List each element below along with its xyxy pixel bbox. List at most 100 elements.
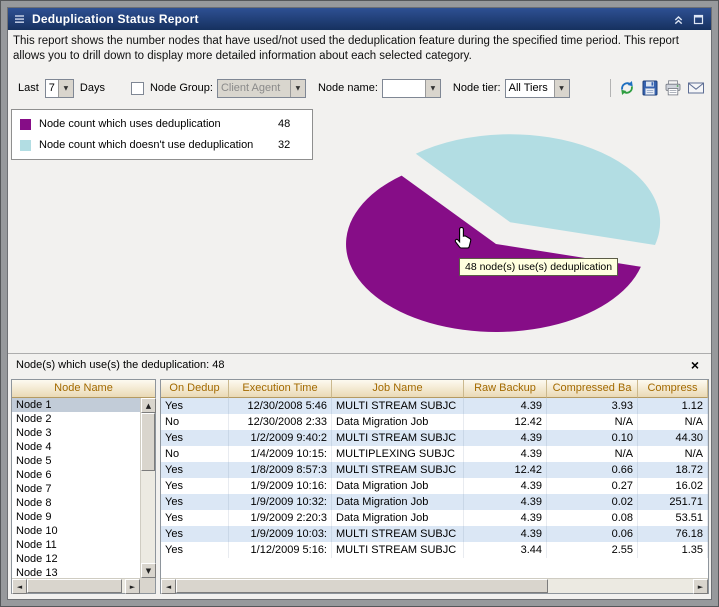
- column-header[interactable]: Raw Backup: [464, 380, 547, 398]
- table-cell: 1/4/2009 10:15:: [229, 446, 332, 462]
- table-header-row: On DedupExecution TimeJob NameRaw Backup…: [161, 380, 708, 398]
- node-list-item[interactable]: Node 12: [12, 552, 140, 566]
- table-cell: 0.08: [547, 510, 638, 526]
- scrollbar-thumb[interactable]: [27, 579, 122, 593]
- column-header[interactable]: Job Name: [332, 380, 464, 398]
- table-cell: MULTIPLEXING SUBJC: [332, 446, 464, 462]
- table-cell: MULTI STREAM SUBJC: [332, 526, 464, 542]
- table-cell: 4.39: [464, 478, 547, 494]
- scroll-right-icon[interactable]: ►: [125, 579, 140, 594]
- node-list-item[interactable]: Node 13: [12, 566, 140, 578]
- table-row[interactable]: Yes1/9/2009 10:03:MULTI STREAM SUBJC4.39…: [161, 526, 708, 542]
- table-cell: 76.18: [638, 526, 708, 542]
- table-cell: 0.66: [547, 462, 638, 478]
- table-row[interactable]: No1/4/2009 10:15:MULTIPLEXING SUBJC4.39N…: [161, 446, 708, 462]
- node-list-item[interactable]: Node 9: [12, 510, 140, 524]
- table-cell: 12/30/2008 2:33: [229, 414, 332, 430]
- window-title: Deduplication Status Report: [32, 12, 665, 26]
- table-cell: Yes: [161, 542, 229, 558]
- window-frame: Deduplication Status Report This report …: [7, 7, 712, 600]
- column-header[interactable]: Execution Time: [229, 380, 332, 398]
- table-cell: 3.44: [464, 542, 547, 558]
- scroll-right-icon[interactable]: ►: [693, 579, 708, 594]
- table-cell: 0.02: [547, 494, 638, 510]
- job-table: On DedupExecution TimeJob NameRaw Backup…: [160, 379, 709, 594]
- node-list-item[interactable]: Node 10: [12, 524, 140, 538]
- table-cell: 1/9/2009 10:03:: [229, 526, 332, 542]
- table-hscrollbar[interactable]: ◄ ►: [161, 578, 708, 593]
- table-cell: 4.39: [464, 510, 547, 526]
- table-cell: No: [161, 414, 229, 430]
- table-row[interactable]: Yes1/12/2009 5:16:MULTI STREAM SUBJC3.44…: [161, 542, 708, 558]
- table-cell: 4.39: [464, 526, 547, 542]
- column-header[interactable]: Compress: [638, 380, 708, 398]
- table-cell: 44.30: [638, 430, 708, 446]
- table-cell: 0.27: [547, 478, 638, 494]
- table-cell: 12.42: [464, 414, 547, 430]
- pie-chart: [8, 30, 711, 350]
- table-cell: Data Migration Job: [332, 510, 464, 526]
- column-header[interactable]: Compressed Ba: [547, 380, 638, 398]
- scrollbar-thumb[interactable]: [141, 413, 155, 471]
- table-cell: MULTI STREAM SUBJC: [332, 430, 464, 446]
- scrollbar-thumb[interactable]: [176, 579, 548, 593]
- scrollbar-track[interactable]: [141, 413, 155, 563]
- table-cell: N/A: [547, 446, 638, 462]
- table-cell: 1/8/2009 8:57:3: [229, 462, 332, 478]
- table-cell: 4.39: [464, 398, 547, 414]
- node-list-item[interactable]: Node 7: [12, 482, 140, 496]
- table-cell: 1/2/2009 9:40:2: [229, 430, 332, 446]
- table-row[interactable]: Yes1/2/2009 9:40:2MULTI STREAM SUBJC4.39…: [161, 430, 708, 446]
- table-row[interactable]: No12/30/2008 2:33Data Migration Job12.42…: [161, 414, 708, 430]
- node-list-item[interactable]: Node 4: [12, 440, 140, 454]
- close-icon[interactable]: ×: [687, 357, 703, 373]
- scroll-down-icon[interactable]: ▼: [141, 563, 156, 578]
- table-cell: 1.12: [638, 398, 708, 414]
- node-list-item[interactable]: Node 11: [12, 538, 140, 552]
- table-cell: N/A: [638, 446, 708, 462]
- scrollbar-corner: [140, 578, 155, 593]
- node-list-header[interactable]: Node Name: [12, 380, 155, 398]
- scroll-left-icon[interactable]: ◄: [161, 579, 176, 594]
- table-cell: Data Migration Job: [332, 494, 464, 510]
- table-cell: MULTI STREAM SUBJC: [332, 462, 464, 478]
- node-list-vscrollbar[interactable]: ▲ ▼: [140, 398, 155, 578]
- node-list: Node Name Node 1Node 2Node 3Node 4Node 5…: [11, 379, 156, 594]
- scrollbar-track[interactable]: [176, 579, 693, 593]
- collapse-icon[interactable]: [671, 12, 685, 26]
- scroll-left-icon[interactable]: ◄: [12, 579, 27, 594]
- detail-panel-body: Node Name Node 1Node 2Node 3Node 4Node 5…: [8, 376, 711, 599]
- node-list-item[interactable]: Node 5: [12, 454, 140, 468]
- table-row[interactable]: Yes1/9/2009 10:16:Data Migration Job4.39…: [161, 478, 708, 494]
- table-cell: Yes: [161, 510, 229, 526]
- table-cell: 53.51: [638, 510, 708, 526]
- table-cell: 1/9/2009 10:16:: [229, 478, 332, 494]
- table-cell: Data Migration Job: [332, 414, 464, 430]
- table-row[interactable]: Yes1/8/2009 8:57:3MULTI STREAM SUBJC12.4…: [161, 462, 708, 478]
- node-list-item[interactable]: Node 6: [12, 468, 140, 482]
- node-list-rows: Node 1Node 2Node 3Node 4Node 5Node 6Node…: [12, 398, 140, 578]
- table-cell: 1.35: [638, 542, 708, 558]
- detail-panel-header: Node(s) which use(s) the deduplication: …: [8, 354, 711, 376]
- table-row[interactable]: Yes1/9/2009 10:32:Data Migration Job4.39…: [161, 494, 708, 510]
- node-list-item[interactable]: Node 1: [12, 398, 140, 412]
- table-cell: Yes: [161, 462, 229, 478]
- scroll-up-icon[interactable]: ▲: [141, 398, 156, 413]
- table-cell: 18.72: [638, 462, 708, 478]
- table-cell: 1/9/2009 2:20:3: [229, 510, 332, 526]
- table-row[interactable]: Yes1/9/2009 2:20:3Data Migration Job4.39…: [161, 510, 708, 526]
- table-row[interactable]: Yes12/30/2008 5:46MULTI STREAM SUBJC4.39…: [161, 398, 708, 414]
- table-cell: Yes: [161, 430, 229, 446]
- table-cell: N/A: [547, 414, 638, 430]
- scrollbar-track[interactable]: [27, 579, 125, 593]
- column-header[interactable]: On Dedup: [161, 380, 229, 398]
- node-list-item[interactable]: Node 2: [12, 412, 140, 426]
- table-cell: 0.06: [547, 526, 638, 542]
- node-list-item[interactable]: Node 8: [12, 496, 140, 510]
- table-cell: N/A: [638, 414, 708, 430]
- maximize-icon[interactable]: [691, 12, 705, 26]
- table-cell: 12.42: [464, 462, 547, 478]
- node-list-item[interactable]: Node 3: [12, 426, 140, 440]
- report-window: Deduplication Status Report This report …: [0, 0, 719, 607]
- node-list-hscrollbar[interactable]: ◄ ►: [12, 578, 140, 593]
